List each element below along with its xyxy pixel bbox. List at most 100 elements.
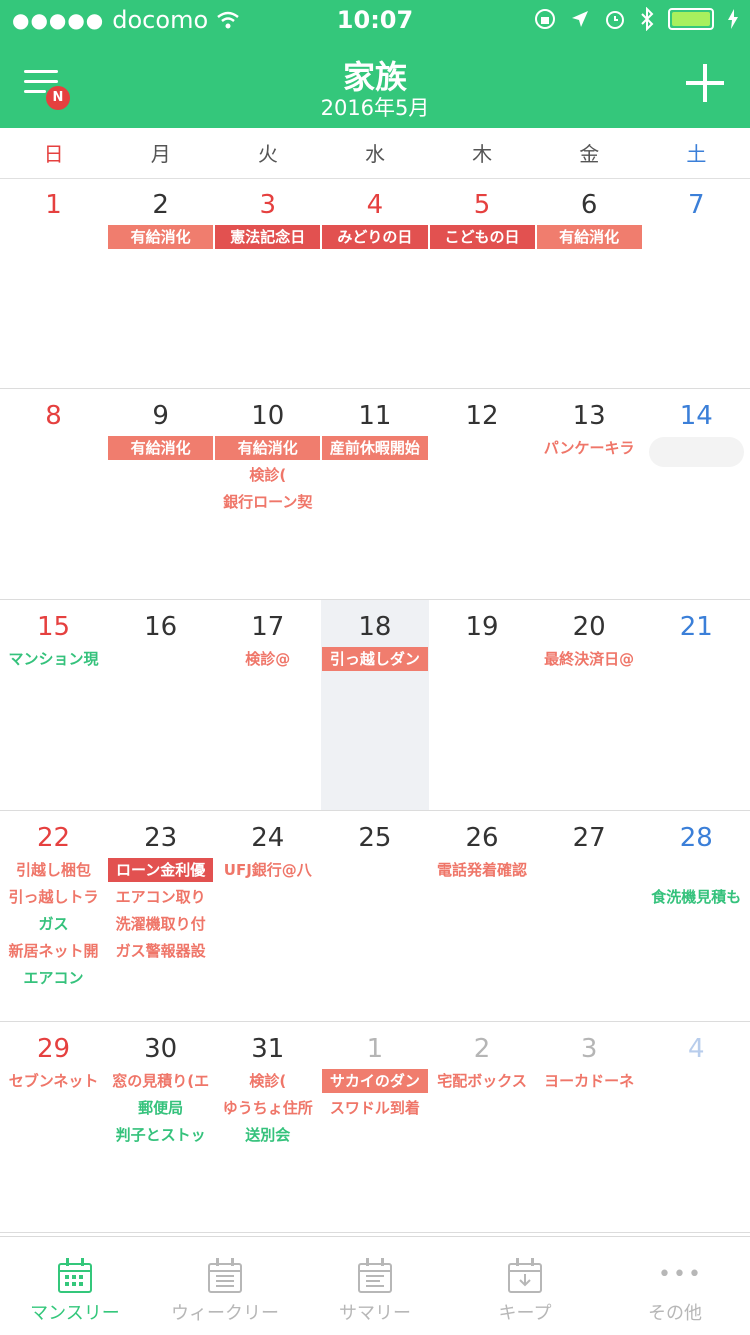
- charging-icon: [728, 9, 738, 29]
- week-row: 1 2 有給消化 3 憲法記念日 4 みどりの日 5 こどもの日 6 有給消化 7: [0, 178, 750, 389]
- calendar-event[interactable]: こどもの日: [429, 225, 535, 249]
- calendar-event[interactable]: エアコン: [0, 966, 107, 990]
- calendar-event[interactable]: エアコン取り: [107, 885, 214, 909]
- day-number: 4: [688, 1034, 705, 1064]
- day-cell[interactable]: 20 最終決済日@: [536, 600, 643, 810]
- day-cell[interactable]: 8: [0, 389, 107, 599]
- calendar-event[interactable]: 窓の見積り(エ: [107, 1069, 214, 1093]
- day-cell[interactable]: 25: [321, 811, 428, 1021]
- day-cell[interactable]: 31 検診(ゆうちょ住所 送別会: [214, 1022, 321, 1232]
- calendar-event[interactable]: 郵便局: [107, 1096, 214, 1120]
- day-cell[interactable]: 3 憲法記念日: [214, 178, 321, 388]
- weekday-label: 日: [43, 142, 64, 166]
- day-number: 14: [679, 401, 713, 431]
- week-row: 29 セブンネット 30 窓の見積り(エ 郵便局 判子とストッ 31 検診(ゆうちょ住所 送別会…: [0, 1022, 750, 1233]
- day-cell[interactable]: 12: [429, 389, 536, 599]
- week-row: 15 マンション現 16 17 検診@ 18 引っ越しダン 19 20 最終決済日@ 21: [0, 600, 750, 811]
- calendar-event[interactable]: マンション現: [0, 647, 107, 671]
- calendar-event[interactable]: 有給消化: [215, 436, 321, 460]
- day-cell[interactable]: 6 有給消化: [536, 178, 643, 388]
- calendar-event[interactable]: ガス: [0, 912, 107, 936]
- day-cell-today[interactable]: 18 引っ越しダン: [321, 600, 429, 810]
- day-cell[interactable]: 1: [0, 178, 107, 388]
- day-number: 25: [358, 823, 392, 853]
- calendar-event[interactable]: 検診(: [214, 463, 321, 487]
- month-label: 2016年5月: [320, 96, 430, 120]
- add-event-button[interactable]: [686, 64, 724, 102]
- tab-keep[interactable]: キープ: [450, 1237, 600, 1335]
- day-cell[interactable]: 4: [643, 1022, 750, 1232]
- tab-monthly[interactable]: マンスリー: [0, 1237, 150, 1335]
- day-number: 13: [572, 401, 606, 431]
- day-cell[interactable]: 10 有給消化 検診(銀行ローン契: [214, 389, 321, 599]
- calendar-event[interactable]: 判子とストッ: [107, 1123, 214, 1147]
- day-cell[interactable]: 15 マンション現: [0, 600, 107, 810]
- calendar-event[interactable]: みどりの日: [322, 225, 428, 249]
- day-cell[interactable]: 16: [107, 600, 214, 810]
- day-cell[interactable]: 2 有給消化: [107, 178, 214, 388]
- day-cell[interactable]: 23 ローン金利優 エアコン取り 洗濯機取り付 ガス警報器設: [107, 811, 214, 1021]
- day-cell[interactable]: 19: [429, 600, 536, 810]
- calendar-event[interactable]: 送別会: [214, 1123, 321, 1147]
- calendar-event[interactable]: 憲法記念日: [215, 225, 321, 249]
- tab-weekly[interactable]: ウィークリー: [150, 1237, 300, 1335]
- calendar-event[interactable]: UFJ銀行@八: [214, 858, 321, 882]
- calendar-event[interactable]: スワドル到着: [321, 1096, 428, 1120]
- day-cell[interactable]: 4 みどりの日: [321, 178, 428, 388]
- day-number: 7: [688, 190, 705, 220]
- day-cell[interactable]: 5 こどもの日: [429, 178, 536, 388]
- calendar-event[interactable]: 新居ネット開: [0, 939, 107, 963]
- calendar-event[interactable]: サカイのダン: [322, 1069, 428, 1093]
- calendar-event[interactable]: 引越し梱包: [0, 858, 107, 882]
- day-cell[interactable]: 17 検診@: [214, 600, 321, 810]
- day-cell[interactable]: 3 ヨーカドーネ: [536, 1022, 643, 1232]
- calendar-event[interactable]: セブンネット: [0, 1069, 107, 1093]
- day-cell[interactable]: 22 引越し梱包 引っ越しトラ ガス 新居ネット開 エアコン: [0, 811, 107, 1021]
- calendar-event[interactable]: 引っ越しトラ: [0, 885, 107, 909]
- day-cell[interactable]: 7: [643, 178, 750, 388]
- day-cell[interactable]: 28 食洗機見積も: [643, 811, 750, 1021]
- calendar-event[interactable]: 電話発着確認: [429, 858, 536, 882]
- calendar-event[interactable]: ヨーカドーネ: [536, 1069, 643, 1093]
- calendar-event[interactable]: 洗濯機取り付: [107, 912, 214, 936]
- tab-label: その他: [648, 1303, 702, 1324]
- day-number: 27: [572, 823, 606, 853]
- keep-download-icon: [508, 1258, 542, 1293]
- day-cell[interactable]: 27: [536, 811, 643, 1021]
- day-cell[interactable]: 2 宅配ボックス: [429, 1022, 536, 1232]
- calendar-event[interactable]: 有給消化: [536, 225, 642, 249]
- calendar-event[interactable]: ゆうちょ住所: [214, 1096, 321, 1120]
- calendar-event[interactable]: 宅配ボックス: [429, 1069, 536, 1093]
- calendar-event[interactable]: [643, 858, 750, 882]
- tab-summary[interactable]: サマリー: [300, 1237, 450, 1335]
- tab-bar: マンスリー ウィークリー サマリー キープ ••• その他: [0, 1236, 750, 1335]
- day-cell[interactable]: 13 パンケーキラ: [536, 389, 643, 599]
- day-cell[interactable]: 29 セブンネット: [0, 1022, 107, 1232]
- calendar-event[interactable]: 食洗機見積も: [643, 885, 750, 909]
- calendar-event[interactable]: 銀行ローン契: [214, 490, 321, 514]
- tab-label: マンスリー: [30, 1303, 120, 1324]
- day-cell[interactable]: 11 産前休暇開始: [321, 389, 428, 599]
- day-cell[interactable]: 30 窓の見積り(エ 郵便局 判子とストッ: [107, 1022, 214, 1232]
- day-number: 28: [679, 823, 713, 853]
- calendar-event[interactable]: 有給消化: [108, 436, 214, 460]
- calendar-event[interactable]: 引っ越しダン: [322, 647, 428, 671]
- calendar-event[interactable]: 検診@: [214, 647, 321, 671]
- day-number: 24: [251, 823, 285, 853]
- day-cell[interactable]: 24 UFJ銀行@八: [214, 811, 321, 1021]
- calendar-event[interactable]: 検診(: [214, 1069, 321, 1093]
- calendar-event[interactable]: [648, 437, 744, 467]
- day-cell[interactable]: 14: [643, 389, 750, 599]
- calendar-event[interactable]: パンケーキラ: [536, 436, 643, 460]
- day-cell[interactable]: 1 サカイのダン スワドル到着: [321, 1022, 428, 1232]
- calendar-event[interactable]: ローン金利優: [108, 858, 214, 882]
- calendar-event[interactable]: ガス警報器設: [107, 939, 214, 963]
- day-cell[interactable]: 21: [643, 600, 750, 810]
- day-cell[interactable]: 26 電話発着確認: [429, 811, 536, 1021]
- calendar-event[interactable]: 最終決済日@: [536, 647, 643, 671]
- day-number: 5: [473, 190, 491, 220]
- day-cell[interactable]: 9 有給消化: [107, 389, 214, 599]
- tab-more[interactable]: ••• その他: [600, 1237, 750, 1335]
- calendar-event[interactable]: 産前休暇開始: [322, 436, 428, 460]
- calendar-event[interactable]: 有給消化: [108, 225, 214, 249]
